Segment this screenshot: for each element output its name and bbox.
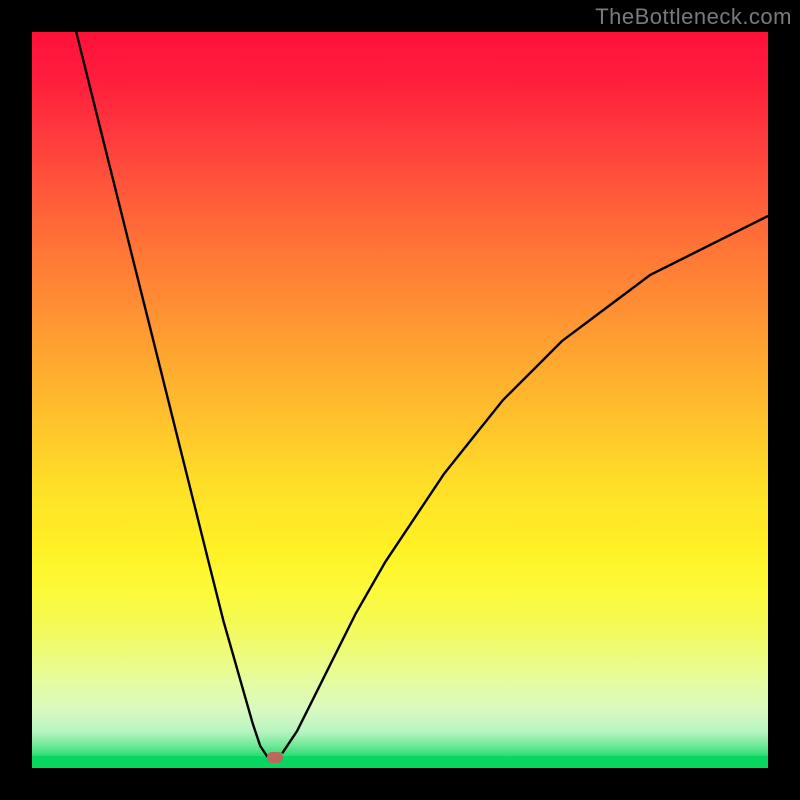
watermark-label: TheBottleneck.com bbox=[595, 4, 792, 30]
right-branch-path bbox=[282, 216, 768, 753]
curve-layer bbox=[32, 32, 768, 768]
plot-area bbox=[32, 32, 768, 768]
min-marker bbox=[267, 752, 283, 763]
chart-frame: TheBottleneck.com bbox=[0, 0, 800, 800]
left-branch-path bbox=[76, 32, 267, 757]
